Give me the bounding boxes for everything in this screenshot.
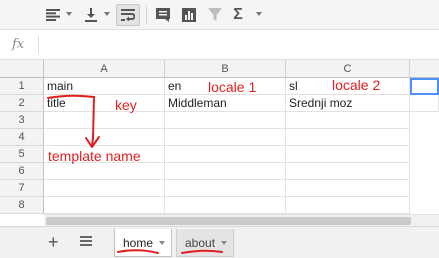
cell-b6[interactable] [165,163,286,180]
cell-a3[interactable] [44,112,165,129]
fx-label: fx [12,37,25,52]
column-header-b[interactable]: B [165,60,286,78]
cell-c5[interactable] [286,146,410,163]
scrollbar-thumb[interactable] [46,217,411,225]
select-all-corner[interactable] [0,60,44,78]
annotation-template-name: template name [48,148,141,164]
cell-d1-selected[interactable] [410,78,439,95]
functions-dropdown-caret[interactable] [256,12,262,16]
filter-icon[interactable] [206,4,224,26]
row-header-5[interactable]: 5 [0,146,44,163]
sheet-tab-label: about [185,235,216,250]
row-header-3[interactable]: 3 [0,112,44,129]
formula-input[interactable] [44,36,434,54]
cell-a1[interactable]: main [44,78,165,95]
row-header-7[interactable]: 7 [0,180,44,197]
sheet-tab-about[interactable]: about [176,229,235,257]
sum-icon[interactable]: Σ [230,4,246,26]
annotation-locale1: locale 1 [208,79,257,95]
cell-b8[interactable] [165,197,286,214]
comment-icon[interactable] [154,4,172,26]
sheet-tab-label: home [123,235,154,250]
wrap-text-icon[interactable] [116,4,140,26]
cell-b5[interactable] [165,146,286,163]
cell-b3[interactable] [165,112,286,129]
cell-b2[interactable]: Middleman [165,95,286,112]
row-header-8[interactable]: 8 [0,197,44,214]
align-dropdown-caret[interactable] [66,12,72,16]
formula-bar: fx [0,30,439,60]
chevron-down-icon[interactable] [221,240,228,245]
chart-icon[interactable] [180,4,198,26]
cell-a8[interactable] [44,197,165,214]
valign-bottom-icon[interactable] [82,4,100,26]
formula-bar-separator [38,36,39,54]
cell-c7[interactable] [286,180,410,197]
chevron-down-icon[interactable] [159,240,166,245]
cell-a6[interactable] [44,163,165,180]
horizontal-scrollbar[interactable] [44,214,439,226]
cell-c3[interactable] [286,112,410,129]
align-left-icon[interactable] [44,4,62,26]
cell-a4[interactable] [44,129,165,146]
sheet-tab-home[interactable]: home [114,229,173,257]
annotation-locale2: locale 2 [332,77,381,93]
sheet-tab-bar: + home about [0,226,439,258]
cell-b7[interactable] [165,180,286,197]
cell-a2[interactable]: title [44,95,165,112]
cell-a7[interactable] [44,180,165,197]
cell-c2[interactable]: Srednji moz [286,95,410,112]
toolbar-separator [146,6,147,24]
add-sheet-plus-icon[interactable]: + [48,232,59,253]
cell-d2[interactable] [410,95,439,112]
row-header-4[interactable]: 4 [0,129,44,146]
valign-dropdown-caret[interactable] [104,12,110,16]
row-header-1[interactable]: 1 [0,78,44,95]
cell-c6[interactable] [286,163,410,180]
annotation-key: key [115,97,137,113]
column-header-c[interactable]: C [286,60,410,78]
toolbar: Σ [0,0,439,30]
cell-c4[interactable] [286,129,410,146]
column-header-d[interactable] [410,60,439,78]
row-header-2[interactable]: 2 [0,95,44,112]
cell-c8[interactable] [286,197,410,214]
row-header-6[interactable]: 6 [0,163,44,180]
cell-b4[interactable] [165,129,286,146]
column-header-a[interactable]: A [44,60,165,78]
all-sheets-list-icon[interactable] [80,236,92,248]
